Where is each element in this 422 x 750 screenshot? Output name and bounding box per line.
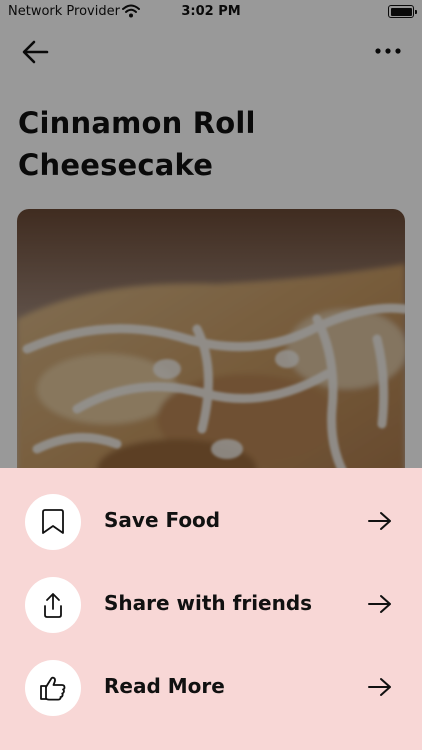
arrow-right-icon bbox=[368, 512, 391, 530]
action-label: Save Food bbox=[104, 508, 221, 532]
recipe-detail-screen: Network Provider 3:02 PM Cinnamon Roll C… bbox=[0, 0, 422, 750]
save-food-action[interactable]: Save Food bbox=[0, 488, 422, 558]
read-more-action[interactable]: Read More bbox=[0, 654, 422, 724]
icon-circle bbox=[25, 494, 81, 550]
share-with-friends-action[interactable]: Share with friends bbox=[0, 571, 422, 641]
share-icon bbox=[44, 593, 62, 618]
icon-circle bbox=[25, 577, 81, 633]
action-sheet: Save Food Share with friends Read More bbox=[0, 468, 422, 750]
action-label: Read More bbox=[104, 674, 225, 698]
arrow-right-icon bbox=[368, 678, 391, 696]
thumbs-up-hand-icon bbox=[40, 676, 66, 701]
icon-circle bbox=[25, 660, 81, 716]
bookmark-icon bbox=[42, 509, 64, 534]
arrow-right-icon bbox=[368, 595, 391, 613]
action-label: Share with friends bbox=[104, 591, 313, 615]
